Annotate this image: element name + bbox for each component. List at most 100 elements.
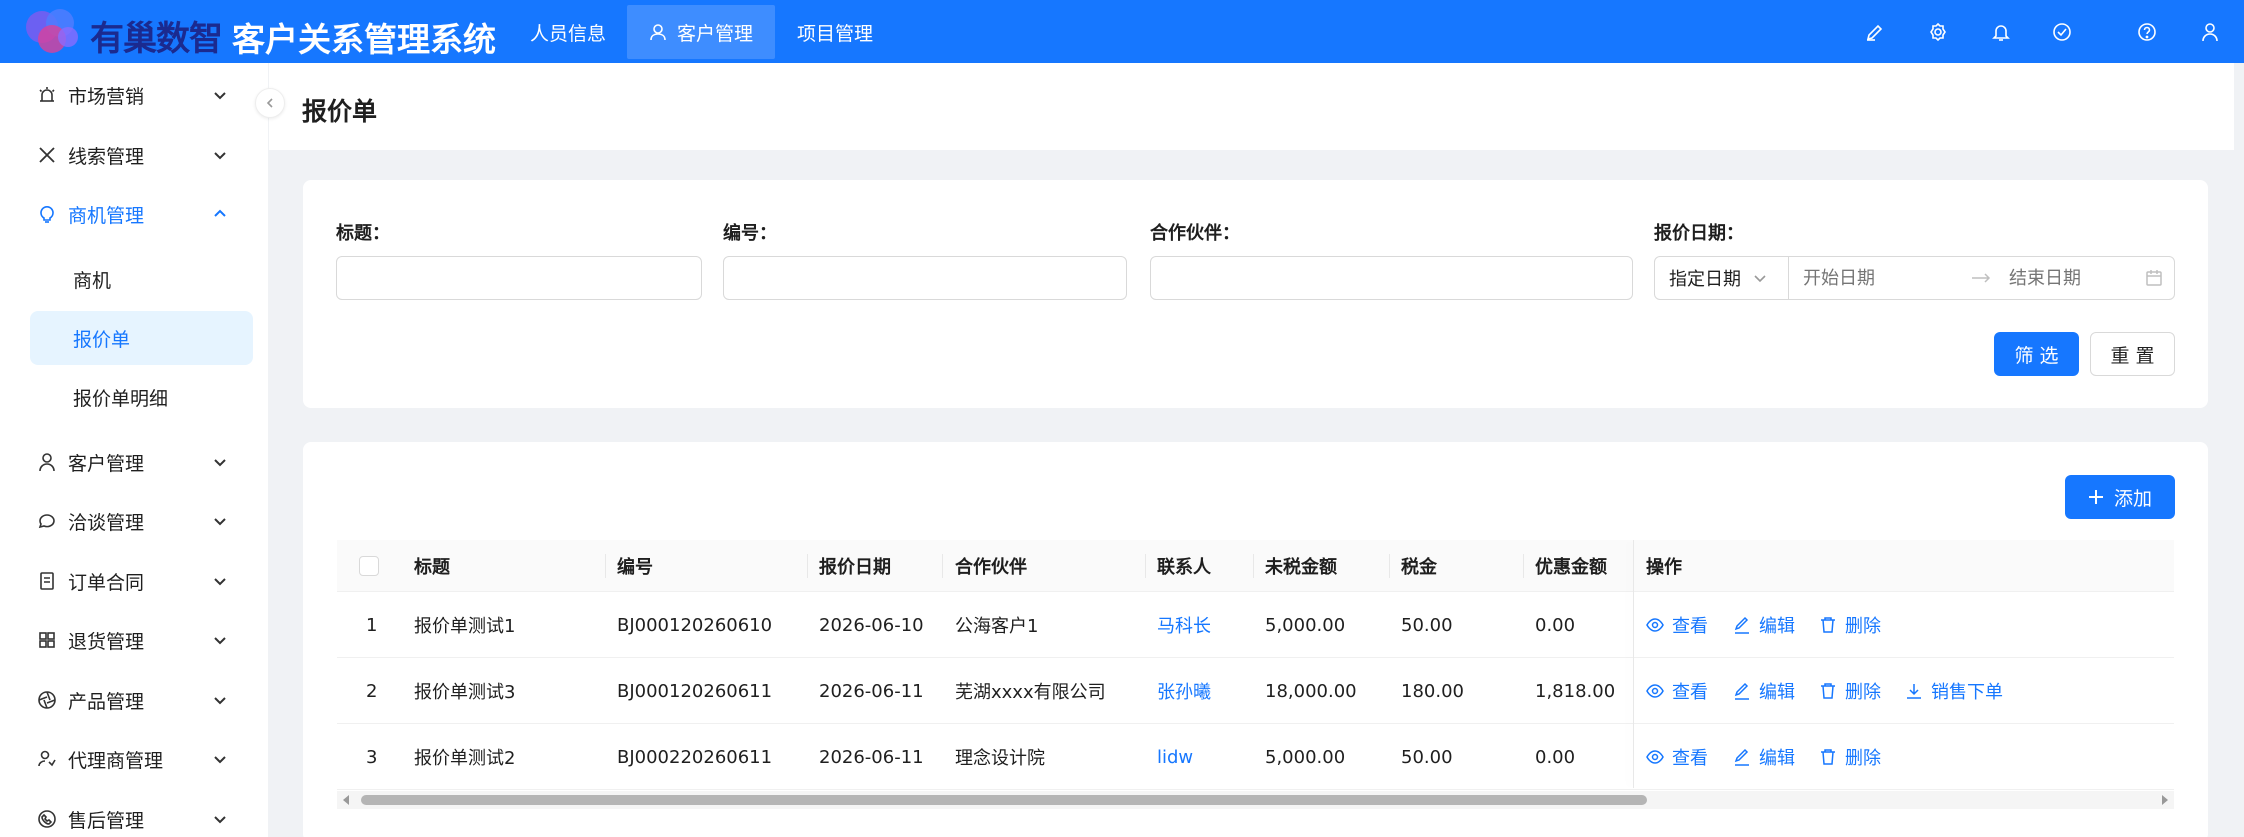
sidebar-item-label: 订单合同	[68, 571, 145, 594]
col-title: 标题	[414, 557, 450, 578]
horizontal-scrollbar[interactable]	[337, 791, 2174, 809]
scroll-right-icon[interactable]	[2160, 795, 2170, 805]
check-circle-icon[interactable]	[2050, 20, 2074, 44]
sidebar-sub-quotation-detail[interactable]: 报价单明细	[30, 370, 253, 424]
action-label: 删除	[1845, 616, 1881, 637]
download-icon	[1907, 684, 1921, 699]
sidebar-item-orders[interactable]: 订单合同	[0, 552, 268, 610]
date-mode-select[interactable]: 指定日期	[1655, 257, 1789, 299]
cell-contact-link[interactable]: 马科长	[1157, 592, 1211, 658]
col-contact: 联系人	[1157, 557, 1211, 578]
sidebar-sub-opportunity[interactable]: 商机	[30, 252, 253, 306]
sidebar-item-label: 客户管理	[68, 452, 145, 475]
cell-contact-link[interactable]: 张孙曦	[1157, 658, 1211, 724]
sidebar-item-label: 产品管理	[68, 690, 145, 713]
cell-tax: 180.00	[1401, 680, 1464, 702]
logo-icon	[26, 9, 78, 53]
edit-action[interactable]: 编辑	[1733, 724, 1795, 790]
scroll-left-icon[interactable]	[341, 795, 351, 805]
delete-action[interactable]: 删除	[1819, 724, 1881, 790]
title-input[interactable]	[336, 256, 702, 300]
action-label: 查看	[1672, 682, 1708, 703]
gear-icon[interactable]	[1926, 20, 1950, 44]
sidebar-item-aftersales[interactable]: 售后管理	[0, 790, 268, 837]
cell-pretax: 18,000.00	[1265, 680, 1357, 702]
col-discount: 优惠金额	[1535, 557, 1607, 578]
cell-discount: 0.00	[1535, 746, 1576, 768]
row-number: 1	[366, 614, 378, 636]
filter-button[interactable]: 筛 选	[1994, 332, 2079, 376]
sidebar-item-returns[interactable]: 退货管理	[0, 611, 268, 669]
nav-tab-label: 客户管理	[677, 22, 754, 45]
trash-icon	[1821, 683, 1835, 699]
filter-title-label: 标题：	[336, 223, 390, 244]
action-label: 查看	[1672, 616, 1708, 637]
sidebar-item-label: 市场营销	[68, 85, 145, 108]
chat-icon	[36, 510, 58, 532]
cell-pretax: 5,000.00	[1265, 614, 1346, 636]
sidebar-sub-label: 报价单	[73, 328, 131, 351]
sales-order-action[interactable]: 销售下单	[1905, 658, 2003, 724]
cell-code: BJ000120260611	[617, 680, 773, 702]
delete-action[interactable]: 删除	[1819, 658, 1881, 724]
bell-icon[interactable]	[1989, 20, 2013, 44]
trash-icon	[1821, 617, 1835, 633]
add-button[interactable]: 添加	[2065, 475, 2175, 519]
code-input[interactable]	[723, 256, 1127, 300]
edit-icon	[1734, 682, 1749, 700]
calendar-icon[interactable]	[2145, 269, 2163, 287]
sidebar-item-customer[interactable]: 客户管理	[0, 433, 268, 491]
chevron-down-icon	[214, 518, 226, 526]
nav-tab-personnel[interactable]: 人员信息	[508, 5, 628, 59]
nav-tab-customer[interactable]: 客户管理	[627, 5, 775, 59]
cell-contact-link[interactable]: lidw	[1157, 724, 1193, 790]
sidebar-item-marketing[interactable]: 市场营销	[0, 66, 268, 124]
edit-action[interactable]: 编辑	[1733, 592, 1795, 658]
sidebar-collapse-button[interactable]	[255, 88, 285, 118]
system-title: 客户关系管理系统	[232, 20, 496, 59]
user-icon	[650, 24, 666, 41]
action-label: 删除	[1845, 682, 1881, 703]
cell-title: 报价单测试3	[414, 682, 516, 703]
action-label: 查看	[1672, 748, 1708, 769]
brush-icon[interactable]	[1863, 20, 1887, 44]
action-label: 销售下单	[1931, 682, 2003, 703]
col-divider	[1253, 554, 1254, 578]
date-mode-value: 指定日期	[1669, 269, 1741, 290]
view-action[interactable]: 查看	[1646, 592, 1708, 658]
cell-code: BJ000120260610	[617, 614, 773, 636]
sidebar-item-agents[interactable]: 代理商管理	[0, 730, 268, 788]
reset-button[interactable]: 重 置	[2090, 332, 2175, 376]
delete-action[interactable]: 删除	[1819, 592, 1881, 658]
sidebar: 市场营销 线索管理 商机管理 商机 报价单 报价单明细 客户管理 洽谈管理 订单…	[0, 63, 268, 837]
sidebar-item-products[interactable]: 产品管理	[0, 671, 268, 729]
sidebar-sub-quotation[interactable]: 报价单	[30, 311, 253, 365]
action-label: 编辑	[1759, 748, 1795, 769]
chevron-down-icon	[214, 578, 226, 586]
chevron-down-icon	[1754, 275, 1766, 283]
view-action[interactable]: 查看	[1646, 658, 1708, 724]
edit-action[interactable]: 编辑	[1733, 658, 1795, 724]
x-icon	[36, 144, 58, 166]
col-actions: 操作	[1646, 557, 1682, 578]
phone-icon	[36, 808, 58, 830]
help-icon[interactable]	[2135, 20, 2159, 44]
scrollbar-thumb[interactable]	[361, 795, 1647, 805]
view-action[interactable]: 查看	[1646, 724, 1708, 790]
col-code: 编号	[617, 557, 653, 578]
sidebar-item-leads[interactable]: 线索管理	[0, 126, 268, 184]
table-row: 3 报价单测试2 BJ000220260611 2026-06-11 理念设计院…	[337, 724, 2174, 790]
end-date-input[interactable]	[2009, 267, 2139, 289]
partner-input[interactable]	[1150, 256, 1633, 300]
start-date-input[interactable]	[1803, 267, 1953, 289]
user-avatar-icon[interactable]	[2198, 20, 2222, 44]
sidebar-item-opportunity[interactable]: 商机管理	[0, 185, 268, 243]
col-partner: 合作伙伴	[955, 557, 1027, 578]
nav-tab-label: 项目管理	[797, 22, 874, 45]
cell-partner: 公海客户1	[955, 616, 1039, 637]
select-all-checkbox[interactable]	[359, 540, 379, 592]
filter-code-label: 编号：	[723, 223, 777, 244]
nav-tab-project[interactable]: 项目管理	[775, 5, 895, 59]
table-row: 2 报价单测试3 BJ000120260611 2026-06-11 芜湖xxx…	[337, 658, 2174, 724]
sidebar-item-negotiation[interactable]: 洽谈管理	[0, 492, 268, 550]
